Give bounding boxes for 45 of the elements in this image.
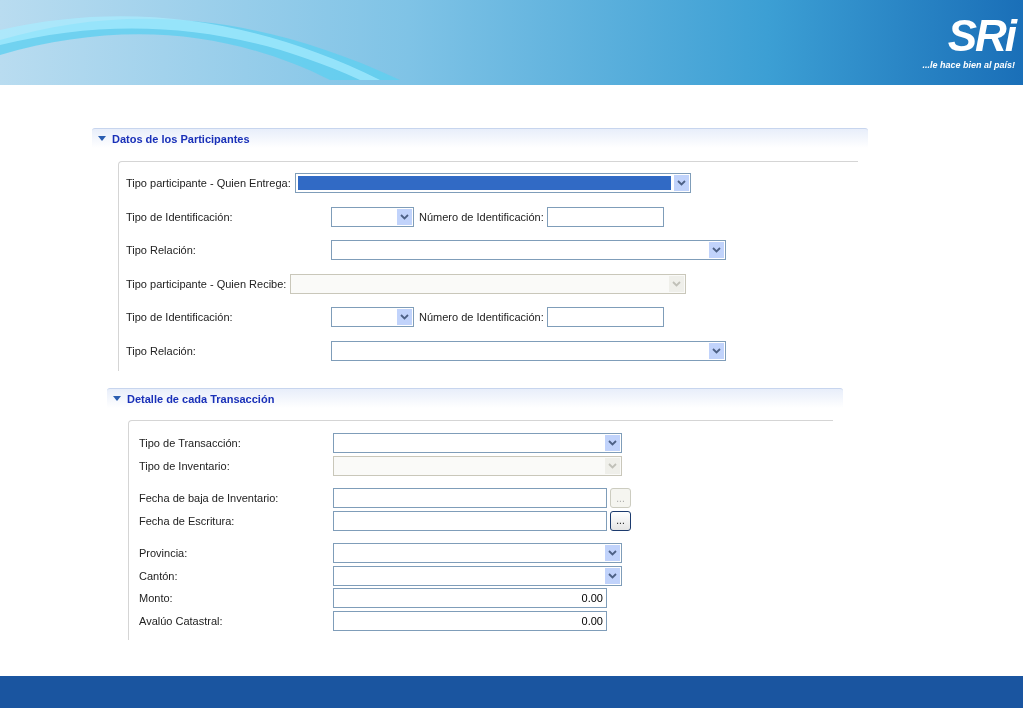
field-label: Tipo de Identificación:: [126, 209, 234, 225]
sri-logo: SRi: [947, 12, 1015, 60]
field-label: Tipo de Identificación:: [126, 310, 234, 325]
chevron-down-icon: [397, 309, 412, 325]
dropdown[interactable]: [331, 340, 726, 361]
dropdown[interactable]: [294, 173, 691, 193]
field-label: Tipo Relación:: [126, 343, 197, 359]
section-header[interactable]: Detalle de cada Transacción: [107, 388, 843, 408]
dropdown[interactable]: [333, 543, 622, 563]
input-field[interactable]: [546, 206, 664, 227]
dropdown[interactable]: [333, 433, 622, 453]
field-label: Tipo de Inventario:: [139, 458, 231, 474]
dropdown[interactable]: [331, 206, 414, 227]
chevron-down-icon: [605, 457, 620, 474]
field-label: Fecha de baja de Inventario:: [139, 491, 280, 506]
input-field[interactable]: [546, 307, 664, 327]
date-field[interactable]: [333, 510, 607, 531]
field-label: Número de Identificación:: [419, 310, 544, 325]
field-label: Monto:: [139, 591, 174, 606]
date-field[interactable]: [333, 488, 607, 508]
field-label: Tipo participante - Quien Recibe:: [126, 276, 287, 292]
date-picker-button[interactable]: ...: [610, 510, 631, 531]
slogan: ...le hace bien al país!: [922, 60, 1015, 70]
dropdown[interactable]: [331, 307, 414, 327]
amount-field[interactable]: 0.00: [333, 588, 607, 608]
chevron-down-icon: [709, 242, 724, 258]
chevron-down-icon: [673, 175, 689, 191]
field-label: Avalúo Catastral:: [139, 613, 224, 629]
field-label: Tipo Relación:: [126, 243, 197, 258]
field-label: Cantón:: [139, 568, 179, 584]
dropdown[interactable]: [331, 240, 726, 260]
chevron-down-icon: [605, 567, 620, 584]
chevron-down-icon: [709, 342, 724, 359]
field-label: Número de Identificación:: [419, 209, 544, 225]
field-label: Provincia:: [139, 546, 189, 561]
dropdown[interactable]: [333, 565, 622, 586]
chevron-down-icon: [605, 545, 620, 561]
field-label: Tipo participante - Quien Entrega:: [126, 176, 291, 191]
chevron-down-icon: [669, 275, 685, 292]
field-label: Tipo de Transacción:: [139, 436, 242, 451]
field-label: Fecha de Escritura:: [139, 513, 236, 529]
chevron-down-icon: [397, 208, 412, 225]
amount-field[interactable]: 0.00: [333, 610, 607, 631]
section-header[interactable]: Datos de los Participantes: [92, 128, 868, 148]
chevron-down-icon: [605, 435, 620, 451]
